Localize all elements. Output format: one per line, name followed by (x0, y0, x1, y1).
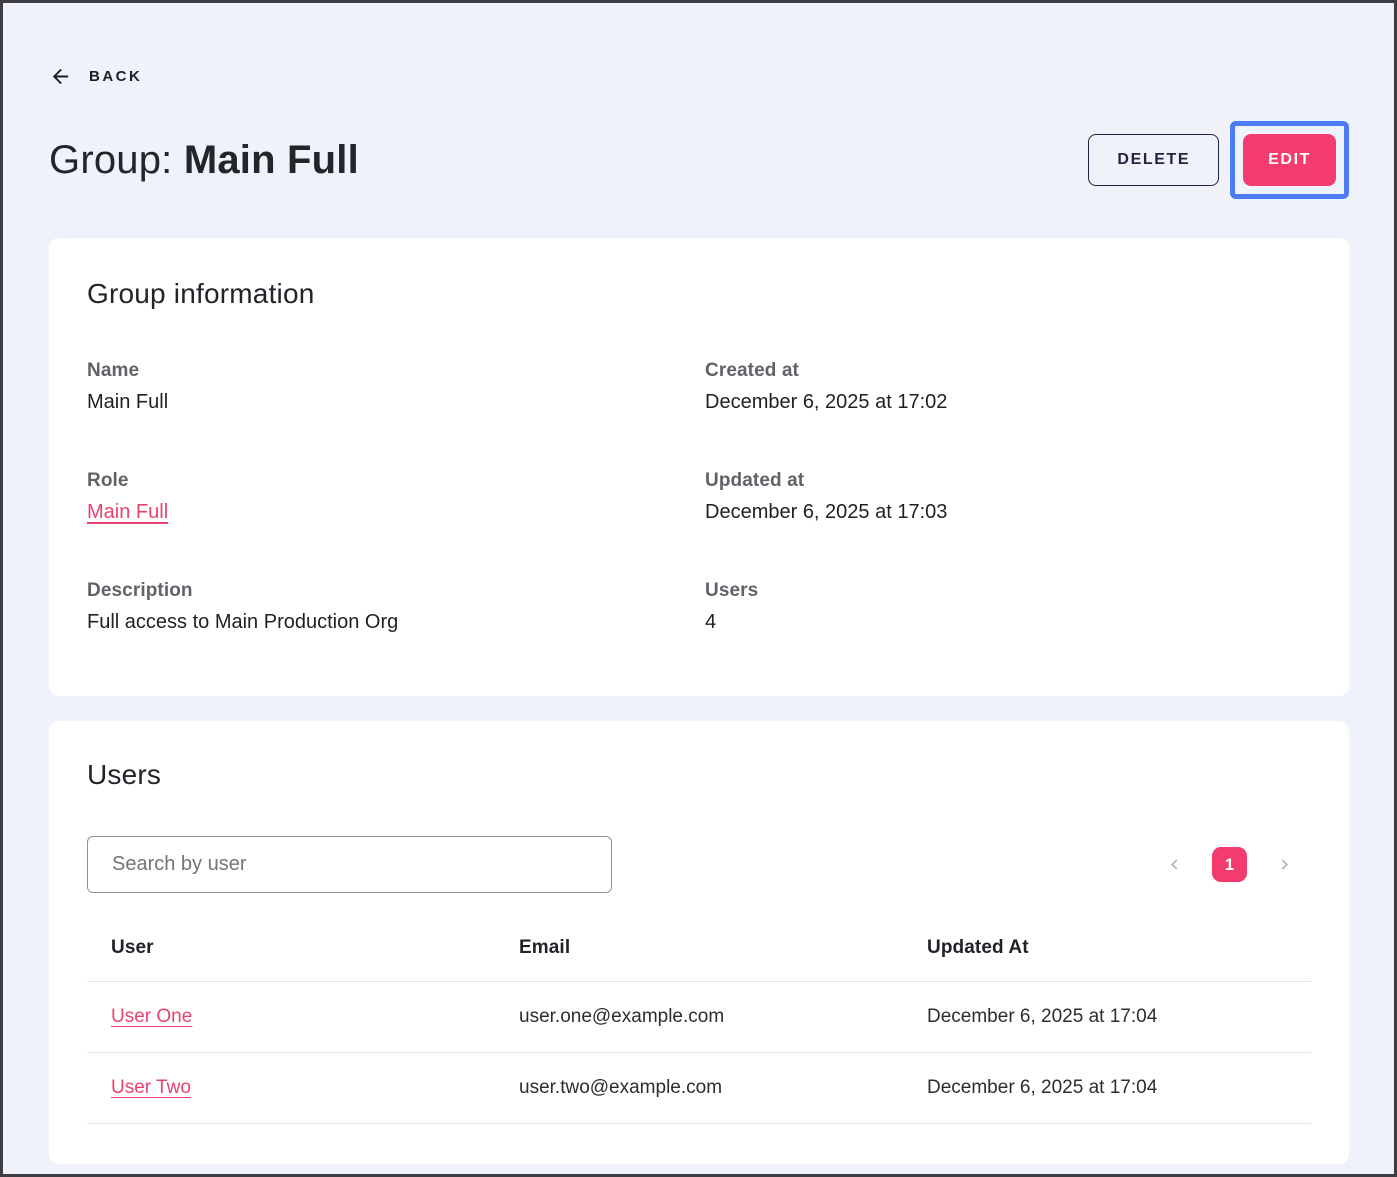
field-created-at: Created at December 6, 2025 at 17:02 (705, 360, 1311, 414)
field-description-value: Full access to Main Production Org (87, 611, 693, 634)
user-updated-at: December 6, 2025 at 17:04 (903, 1053, 1311, 1124)
edit-button-highlight-ring: EDIT (1230, 121, 1349, 199)
page-content: BACK Group: Main Full DELETE EDIT Group … (3, 3, 1394, 1164)
user-link[interactable]: User One (111, 1006, 192, 1027)
field-created-at-label: Created at (705, 360, 1311, 382)
group-information-card: Group information Name Main Full Created… (49, 238, 1349, 696)
field-description: Description Full access to Main Producti… (87, 580, 693, 634)
field-updated-at-label: Updated at (705, 470, 1311, 492)
field-description-label: Description (87, 580, 693, 602)
field-updated-at-value: December 6, 2025 at 17:03 (705, 501, 1311, 524)
role-link[interactable]: Main Full (87, 501, 168, 523)
table-row: User One user.one@example.com December 6… (87, 982, 1311, 1053)
back-label: BACK (89, 68, 142, 85)
field-name: Name Main Full (87, 360, 693, 414)
header-actions: DELETE EDIT (1088, 121, 1349, 199)
table-row: User Two user.two@example.com December 6… (87, 1053, 1311, 1124)
users-card: Users 1 User Email (49, 721, 1349, 1164)
field-users-count-value: 4 (705, 611, 1311, 634)
field-users-count: Users 4 (705, 580, 1311, 634)
column-header-updated-at: Updated At (903, 907, 1311, 982)
user-link[interactable]: User Two (111, 1077, 191, 1098)
field-name-value: Main Full (87, 391, 693, 414)
users-table-header-row: User Email Updated At (87, 907, 1311, 982)
group-information-fields: Name Main Full Created at December 6, 20… (87, 360, 1311, 634)
arrow-left-icon (49, 65, 72, 88)
field-name-label: Name (87, 360, 693, 382)
pagination-page-1[interactable]: 1 (1212, 847, 1247, 882)
column-header-user: User (87, 907, 495, 982)
pagination: 1 (1164, 847, 1311, 882)
chevron-left-icon[interactable] (1164, 854, 1185, 875)
title-row: Group: Main Full DELETE EDIT (49, 121, 1349, 199)
app-window: BACK Group: Main Full DELETE EDIT Group … (0, 0, 1397, 1177)
group-information-heading: Group information (87, 278, 1311, 310)
field-updated-at: Updated at December 6, 2025 at 17:03 (705, 470, 1311, 524)
back-button[interactable]: BACK (49, 65, 142, 88)
page-title-prefix: Group: (49, 138, 184, 182)
edit-button[interactable]: EDIT (1243, 134, 1336, 186)
chevron-right-icon[interactable] (1274, 854, 1295, 875)
column-header-email: Email (495, 907, 903, 982)
search-input[interactable] (87, 836, 612, 893)
field-created-at-value: December 6, 2025 at 17:02 (705, 391, 1311, 414)
user-email: user.two@example.com (495, 1053, 903, 1124)
users-toolbar: 1 (87, 836, 1311, 893)
field-users-count-label: Users (705, 580, 1311, 602)
user-email: user.one@example.com (495, 982, 903, 1053)
field-role-label: Role (87, 470, 693, 492)
delete-button[interactable]: DELETE (1088, 134, 1219, 186)
page-title-name: Main Full (184, 138, 359, 182)
page-title: Group: Main Full (49, 138, 359, 183)
users-heading: Users (87, 759, 1311, 791)
user-updated-at: December 6, 2025 at 17:04 (903, 982, 1311, 1053)
users-table: User Email Updated At User One user.one@… (87, 907, 1311, 1124)
field-role: Role Main Full (87, 470, 693, 524)
